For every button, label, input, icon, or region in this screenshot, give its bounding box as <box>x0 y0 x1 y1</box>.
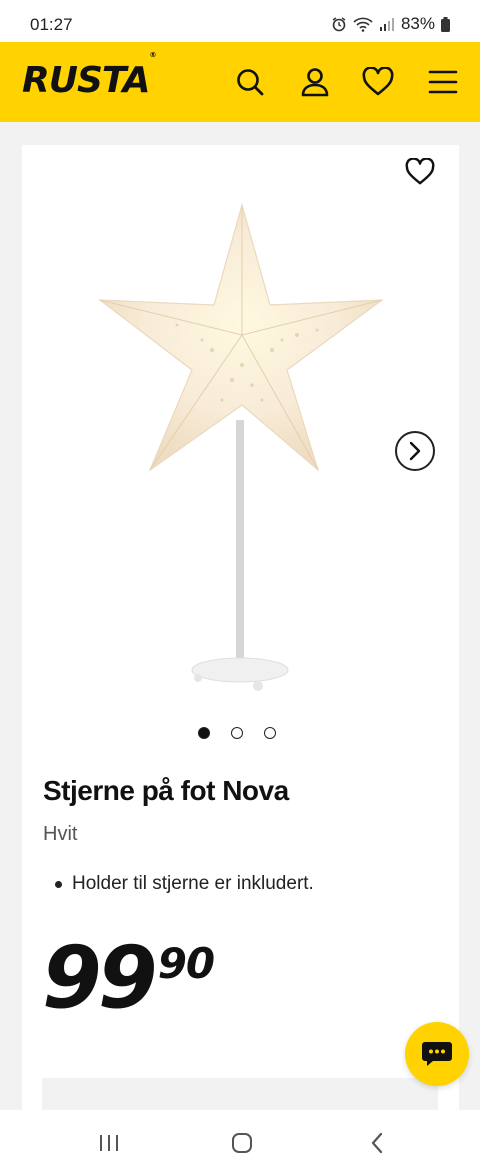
status-time: 01:27 <box>30 15 73 34</box>
chat-bubble-icon <box>422 1042 452 1066</box>
rusta-logo[interactable]: RUSTA® <box>22 51 157 101</box>
favorite-heart-icon[interactable] <box>403 155 437 189</box>
menu-icon[interactable] <box>425 64 461 100</box>
product-title: Stjerne på fot Nova <box>43 775 289 806</box>
battery-text: 83% <box>400 14 435 33</box>
carousel-dot-1[interactable] <box>198 727 210 739</box>
account-icon[interactable] <box>297 64 333 100</box>
price-main: 99 <box>42 928 158 1028</box>
status-bar: 01:27 83% <box>0 0 480 42</box>
search-icon[interactable] <box>232 64 268 100</box>
product-image[interactable] <box>92 200 392 700</box>
product-variant: Hvit <box>43 823 78 845</box>
heart-icon[interactable] <box>360 64 396 100</box>
signal-icon <box>379 17 395 31</box>
product-price: 99 90 <box>42 928 215 1028</box>
price-decimals: 90 <box>157 939 215 988</box>
battery-icon <box>441 16 450 32</box>
site-header: RUSTA® <box>0 42 480 122</box>
product-bullets: Holder til stjerne er inkludert. <box>43 873 314 895</box>
carousel-dot-2[interactable] <box>231 727 243 739</box>
system-nav-bar <box>0 1110 480 1173</box>
recent-apps-icon[interactable] <box>94 1128 124 1158</box>
wifi-icon <box>353 16 373 32</box>
chat-button[interactable] <box>405 1022 469 1086</box>
home-icon[interactable] <box>227 1128 257 1158</box>
carousel-dot-3[interactable] <box>264 727 276 739</box>
status-icons: 83% <box>331 14 450 34</box>
product-bullet: Holder til stjerne er inkludert. <box>43 873 314 895</box>
back-icon[interactable] <box>362 1128 392 1158</box>
carousel-next-button[interactable] <box>395 431 435 471</box>
product-card: Stjerne på fot Nova Hvit Holder til stje… <box>22 145 459 1138</box>
chevron-right-icon <box>409 441 421 461</box>
carousel-dots <box>198 727 276 739</box>
alarm-icon <box>331 16 347 32</box>
